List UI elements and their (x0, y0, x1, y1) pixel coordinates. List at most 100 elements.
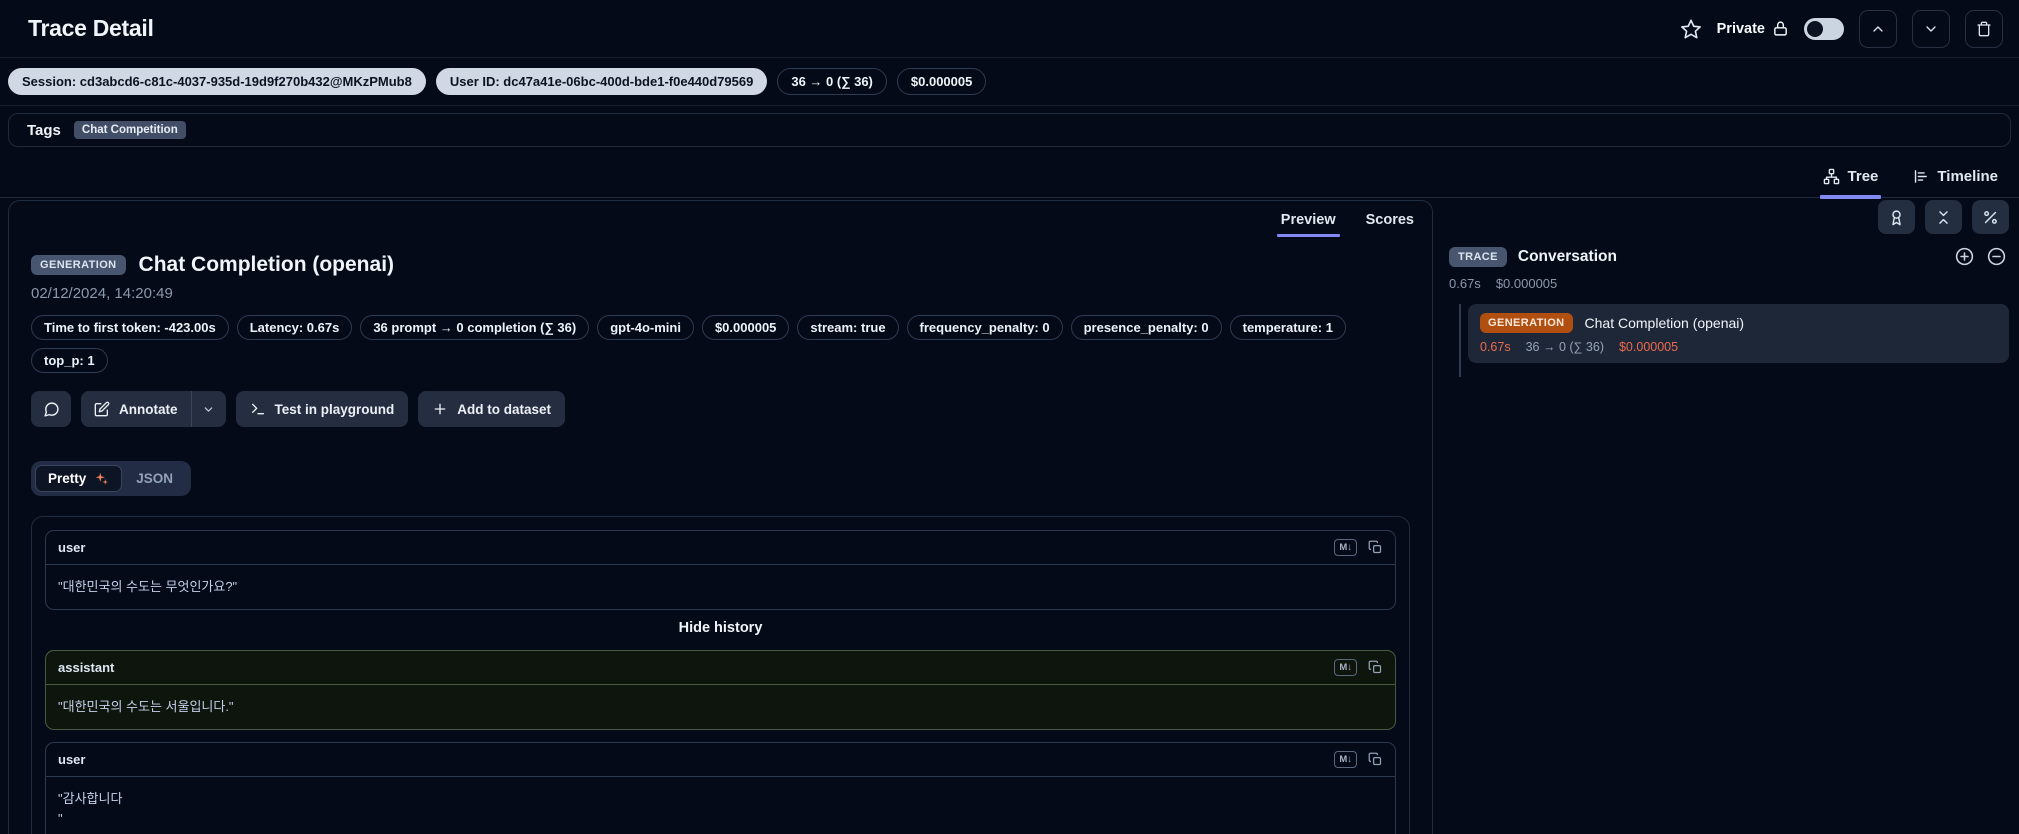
annotate-dropdown-button[interactable] (192, 391, 226, 427)
node-header: GENERATION Chat Completion (openai) (1480, 313, 1997, 333)
param-badge: Time to first token: -423.00s (31, 315, 229, 340)
test-in-playground-button[interactable]: Test in playground (235, 391, 409, 427)
tab-timeline[interactable]: Timeline (1909, 160, 2001, 197)
observation-header: GENERATION Chat Completion (openai) (31, 253, 1410, 277)
prev-trace-button[interactable] (1859, 9, 1897, 48)
observation-preview-card: Preview Scores GENERATION Chat Completio… (8, 200, 1433, 834)
json-toggle[interactable]: JSON (122, 466, 187, 491)
tab-scores[interactable]: Scores (1364, 205, 1416, 237)
dataset-label: Add to dataset (457, 401, 552, 417)
page-title: Trace Detail (28, 15, 154, 41)
copy-icon[interactable] (1368, 660, 1383, 675)
observation-title: Chat Completion (openai) (138, 253, 395, 276)
message-user-1: user M↓ "대한민국의 수도는 무엇인가요?" (45, 530, 1396, 611)
collapse-all-button[interactable] (1925, 200, 1962, 234)
privacy-label: Private (1717, 20, 1789, 37)
plus-icon (432, 401, 448, 417)
generation-node-selected[interactable]: GENERATION Chat Completion (openai) 0.67… (1468, 304, 2009, 363)
param-badge: 36 prompt → 0 completion (∑ 36) (360, 315, 590, 340)
fold-vertical-icon (1935, 209, 1952, 226)
param-badge: stream: true (797, 315, 899, 340)
message-role: assistant (58, 660, 115, 676)
privacy-toggle[interactable] (1804, 17, 1844, 40)
trace-metrics: 0.67s $0.000005 (1449, 276, 2009, 291)
trace-tree-panel: TRACE Conversation 0.67s $0.000005 GENER… (1449, 200, 2009, 377)
param-badge: $0.000005 (701, 315, 790, 340)
message-content: "대한민국의 수도는 서울입니다." (58, 699, 234, 715)
add-to-dataset-button[interactable]: Add to dataset (418, 391, 566, 427)
tab-tree-label: Tree (1847, 168, 1879, 185)
circle-plus-icon[interactable] (1954, 246, 1975, 267)
timeline-icon (1912, 168, 1929, 185)
node-metrics: 0.67s 36 → 0 (∑ 36) $0.000005 (1480, 340, 1997, 354)
copy-icon[interactable] (1368, 540, 1383, 555)
annotate-label: Annotate (119, 401, 178, 417)
param-badge: presence_penalty: 0 (1070, 315, 1222, 340)
scores-toggle-button[interactable] (1878, 200, 1915, 234)
message-role: user (58, 752, 86, 768)
tree-expand-controls (1954, 246, 2007, 267)
observation-timestamp: 02/12/2024, 14:20:49 (31, 285, 173, 302)
edit-icon (94, 401, 110, 417)
tab-tree[interactable]: Tree (1819, 160, 1882, 199)
format-toggle: Pretty JSON (31, 461, 192, 496)
chevron-up-icon (1870, 21, 1886, 37)
tab-timeline-label: Timeline (1937, 168, 1998, 185)
tag-chat-competition[interactable]: Chat Competition (73, 121, 186, 139)
param-badges-row-2: top_p: 1 (31, 348, 1410, 373)
param-badge: frequency_penalty: 0 (906, 315, 1063, 340)
privacy-text: Private (1716, 20, 1765, 37)
generation-node-title: Chat Completion (openai) (1584, 315, 1745, 331)
delete-trace-button[interactable] (1965, 9, 2003, 48)
copy-icon[interactable] (1368, 752, 1383, 767)
markdown-toggle-icon[interactable]: M↓ (1334, 751, 1357, 769)
message-tools: M↓ (1334, 659, 1383, 677)
observation-actions: Annotate Test in playground Add to datas… (31, 391, 1410, 427)
session-badge[interactable]: Session: cd3abcd6-c81c-4037-935d-19d9f27… (8, 68, 426, 95)
trace-latency: 0.67s (1449, 276, 1481, 291)
generation-type-badge: GENERATION (31, 255, 126, 275)
param-badge: top_p: 1 (31, 348, 108, 373)
tags-label: Tags (27, 121, 61, 139)
award-icon (1888, 209, 1905, 226)
speech-bubble-icon (43, 401, 60, 418)
user-id-badge[interactable]: User ID: dc47a41e-06bc-400d-bde1-f0e440d… (435, 68, 768, 95)
annotate-split-button: Annotate (81, 391, 226, 427)
tree-controls (1449, 200, 2009, 234)
next-trace-button[interactable] (1912, 9, 1950, 48)
chevron-down-icon (1923, 21, 1939, 37)
markdown-toggle-icon[interactable]: M↓ (1334, 539, 1357, 556)
annotate-button[interactable]: Annotate (81, 391, 191, 427)
tree-children: GENERATION Chat Completion (openai) 0.67… (1449, 304, 2009, 377)
node-tokens: 36 → 0 (∑ 36) (1525, 340, 1604, 354)
node-cost: $0.000005 (1618, 340, 1679, 354)
trash-icon (1976, 21, 1992, 37)
markdown-toggle-icon[interactable]: M↓ (1334, 659, 1357, 677)
comment-button[interactable] (31, 391, 71, 427)
messages-container: user M↓ "대한민국의 수도는 무엇인가요?" Hide history … (31, 516, 1410, 834)
message-tools: M↓ (1334, 751, 1383, 769)
trace-root-row[interactable]: TRACE Conversation (1449, 247, 2009, 267)
hide-history-button[interactable]: Hide history (45, 620, 1396, 636)
playground-label: Test in playground (274, 401, 395, 417)
preview-tabs: Preview Scores (1276, 205, 1416, 237)
node-latency: 0.67s (1480, 340, 1511, 354)
trace-meta-row: Session: cd3abcd6-c81c-4037-935d-19d9f27… (0, 58, 2019, 106)
message-tools: M↓ (1334, 539, 1383, 556)
circle-minus-icon[interactable] (1986, 246, 2007, 267)
view-tabs: Tree Timeline (0, 160, 2019, 199)
message-user-2: user M↓ "감사합니다 " (45, 742, 1396, 834)
message-assistant: assistant M↓ "대한민국의 수도는 서울입니다." (45, 650, 1396, 731)
star-icon[interactable] (1680, 18, 1702, 40)
trace-type-badge: TRACE (1449, 247, 1507, 267)
message-role: user (58, 540, 86, 555)
top-bar-actions: Private (1680, 9, 2003, 48)
pretty-toggle[interactable]: Pretty (35, 465, 123, 492)
token-usage-badge: 36 → 0 (∑ 36) (777, 68, 887, 95)
message-header: assistant M↓ (46, 651, 1395, 686)
tags-row: Tags Chat Competition (8, 113, 2011, 147)
metrics-toggle-button[interactable] (1972, 200, 2009, 234)
tab-preview[interactable]: Preview (1276, 205, 1340, 237)
param-badge: temperature: 1 (1229, 315, 1346, 340)
terminal-icon (250, 401, 266, 417)
